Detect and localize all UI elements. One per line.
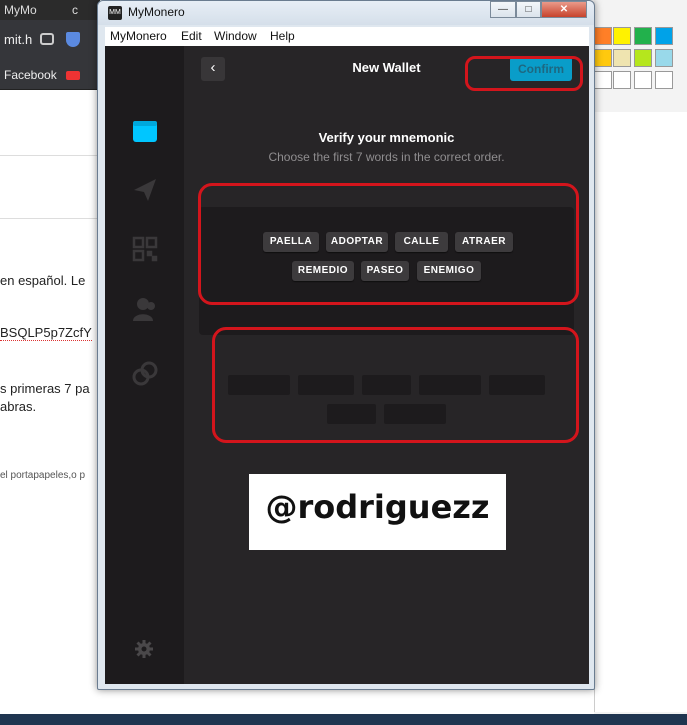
wallet-icon[interactable] xyxy=(132,118,158,144)
browser-tab[interactable]: MyMo xyxy=(4,0,37,20)
annotation-word-pool-highlight xyxy=(198,183,579,305)
divider xyxy=(0,218,100,219)
camera-icon[interactable] xyxy=(40,33,54,45)
bookmark-facebook[interactable]: Facebook xyxy=(4,65,57,85)
minimize-button[interactable]: — xyxy=(490,1,516,18)
color-swatch[interactable] xyxy=(594,49,612,67)
color-swatch[interactable] xyxy=(634,27,652,45)
window-title: MyMonero xyxy=(128,5,185,19)
title-bar[interactable]: MM MyMonero — □ ✕ xyxy=(98,1,594,25)
color-swatch[interactable] xyxy=(594,71,612,89)
doc-line: s primeras 7 pa xyxy=(0,381,90,396)
close-button[interactable]: ✕ xyxy=(541,1,587,18)
menu-bar: MyMonero Edit Window Help xyxy=(105,27,589,46)
taskbar xyxy=(0,714,687,725)
app-logo-icon: MM xyxy=(108,6,122,20)
watermark-text: @rodriguezz xyxy=(265,488,490,526)
address-text: mit.h xyxy=(4,32,33,47)
color-swatch[interactable] xyxy=(613,27,631,45)
divider xyxy=(0,155,100,156)
color-swatch[interactable] xyxy=(613,49,631,67)
color-swatch[interactable] xyxy=(634,49,652,67)
sidebar xyxy=(105,46,184,684)
annotation-confirm-highlight xyxy=(465,56,583,91)
doc-line: el portapapeles,o p xyxy=(0,470,86,481)
color-swatch[interactable] xyxy=(655,27,673,45)
doc-line: BSQLP5p7ZcfY xyxy=(0,325,92,341)
verify-heading: Verify your mnemonic xyxy=(318,130,455,145)
bookmarks-bar: Facebook xyxy=(0,60,100,90)
color-swatch[interactable] xyxy=(594,27,612,45)
gear-icon[interactable] xyxy=(135,640,153,658)
annotation-slots-highlight xyxy=(212,327,579,443)
doc-line: en español. Le xyxy=(0,273,86,288)
browser-tab-strip: MyMo c xyxy=(0,0,100,20)
send-icon[interactable] xyxy=(132,177,158,203)
menu-window[interactable]: Window xyxy=(214,29,257,43)
maximize-button[interactable]: □ xyxy=(516,1,541,18)
verify-instructions: Choose the first 7 words in the correct … xyxy=(268,150,505,164)
youtube-icon[interactable] xyxy=(66,71,80,80)
color-swatch[interactable] xyxy=(634,71,652,89)
background-paint-window xyxy=(594,0,687,725)
exchange-icon[interactable] xyxy=(132,361,158,387)
watermark-label: @rodriguezz xyxy=(249,474,506,550)
doc-line: abras. xyxy=(0,399,37,414)
menu-edit[interactable]: Edit xyxy=(181,29,202,43)
browser-tab[interactable]: c xyxy=(72,0,78,20)
contacts-icon[interactable] xyxy=(132,296,158,322)
shield-icon[interactable] xyxy=(66,32,80,47)
color-swatch[interactable] xyxy=(655,71,673,89)
browser-address-bar[interactable]: mit.h xyxy=(0,20,100,60)
menu-mymonero[interactable]: MyMonero xyxy=(110,29,167,43)
color-swatch[interactable] xyxy=(613,71,631,89)
color-swatch[interactable] xyxy=(655,49,673,67)
menu-help[interactable]: Help xyxy=(270,29,295,43)
background-browser-window: MyMo c mit.h Facebook en español. Le BSQ… xyxy=(0,0,100,725)
qr-code-icon[interactable] xyxy=(132,236,158,262)
paint-canvas[interactable] xyxy=(594,112,687,712)
